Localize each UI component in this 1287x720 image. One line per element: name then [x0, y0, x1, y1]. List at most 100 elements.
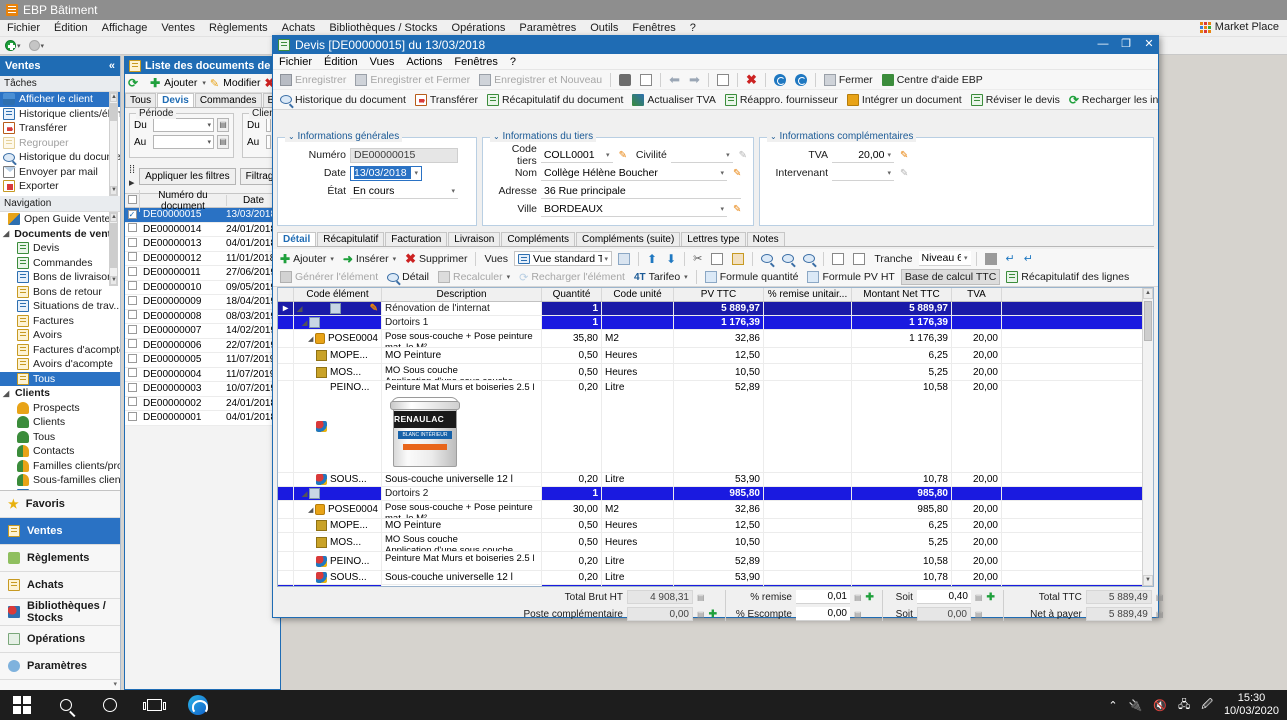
generer-element-button[interactable]: Générer l'élément: [277, 270, 381, 284]
menu-edition[interactable]: Édition: [47, 21, 95, 35]
scroll-thumb[interactable]: [110, 103, 117, 121]
devis-menu-vues[interactable]: Vues: [364, 55, 401, 69]
battery-icon[interactable]: 🔌: [1129, 699, 1143, 712]
add-soit-icon[interactable]: ✚: [986, 592, 994, 603]
menu-bibliotheques-stocks[interactable]: Bibliothèques / Stocks: [322, 21, 444, 35]
formule-quantite-button[interactable]: Formule quantité: [702, 270, 802, 284]
navigation-scrollbar[interactable]: ▲ ▼: [109, 212, 118, 286]
tab-commandes[interactable]: Commandes: [194, 93, 262, 107]
table-row[interactable]: MOS... MO Sous couche Application d'une …: [278, 364, 1153, 381]
menu-affichage[interactable]: Affichage: [95, 21, 155, 35]
nav-avoirs[interactable]: Avoirs: [0, 328, 120, 343]
row-checkbox[interactable]: [125, 252, 139, 264]
search-button[interactable]: [758, 253, 776, 264]
ville-edit-icon[interactable]: ✎: [733, 204, 741, 215]
row-checkbox[interactable]: ✓: [125, 209, 139, 220]
calculator-icon[interactable]: ▤: [1156, 593, 1164, 602]
tab-recapitulatif[interactable]: Récapitulatif: [317, 232, 385, 246]
start-button[interactable]: [0, 690, 44, 720]
new-document-button[interactable]: ▾: [5, 40, 21, 51]
intervenant-input[interactable]: ▾: [832, 165, 894, 181]
calculator-icon[interactable]: ▤: [975, 610, 983, 619]
table-row[interactable]: ◢ Salle de bain 1 3 727,78 3 727,78: [278, 585, 1153, 586]
calculator-icon[interactable]: ▤: [854, 593, 862, 602]
task-afficher-le-client[interactable]: Afficher le client: [0, 92, 120, 107]
table-row[interactable]: DE00000011 27/06/2019: [125, 266, 280, 281]
task-historique-du-document[interactable]: Historique du document: [0, 150, 120, 165]
task-envoyer-par-mail[interactable]: Envoyer par mail: [0, 165, 120, 180]
table-row[interactable]: DE00000009 18/04/2019: [125, 295, 280, 310]
add-caret-icon[interactable]: ▾: [202, 79, 206, 87]
tab-detail[interactable]: Détail: [277, 232, 317, 246]
periode-au-calendar-icon[interactable]: ▤: [217, 135, 229, 149]
navbtn-achats[interactable]: Achats: [0, 572, 120, 599]
menu-outils[interactable]: Outils: [583, 21, 625, 35]
recalculer-button[interactable]: Recalculer ▾: [435, 270, 513, 284]
nav-devis[interactable]: Devis: [0, 241, 120, 256]
devis-menu-fenetres[interactable]: Fenêtres: [448, 55, 503, 69]
tree-expander-icon[interactable]: ◢: [308, 506, 315, 514]
navbtn-reglements[interactable]: Règlements: [0, 545, 120, 572]
nav-tous-documents[interactable]: Tous: [0, 371, 120, 386]
scroll-down-arrow[interactable]: ▼: [1143, 575, 1153, 586]
table-row[interactable]: DE00000003 10/07/2019: [125, 382, 280, 397]
column-header-numero[interactable]: Numéro du document: [139, 189, 226, 212]
tva-input[interactable]: 20,00 ▾: [832, 147, 894, 163]
task-historique-clients[interactable]: Historique clients/élém...: [0, 107, 120, 122]
tab-tous[interactable]: Tous: [125, 93, 157, 107]
cortana-button[interactable]: [88, 690, 132, 720]
nav-bons-de-livraison[interactable]: Bons de livraison: [0, 270, 120, 285]
grid-supprimer-button[interactable]: ✖ Supprimer: [402, 250, 470, 268]
tree-expander-icon[interactable]: ◢: [297, 305, 304, 313]
base-de-calcul-ttc-button[interactable]: Base de calcul TTC: [900, 269, 1001, 285]
menu-ventes[interactable]: Ventes: [154, 21, 202, 35]
refresh-icon[interactable]: ⟳: [128, 76, 138, 90]
tab-lettres-type[interactable]: Lettres type: [681, 232, 746, 246]
table-row[interactable]: DE00000013 04/01/2018: [125, 237, 280, 252]
taskbar-clock[interactable]: 15:30 10/03/2020: [1224, 692, 1279, 718]
pen-icon[interactable]: 🖉: [1201, 696, 1213, 715]
intervenant-edit-icon[interactable]: ✎: [900, 168, 908, 179]
previous-record-button[interactable]: [771, 73, 789, 87]
collapse-panel-icon[interactable]: «: [109, 60, 115, 72]
menu-fenetres[interactable]: Fenêtres: [625, 21, 682, 35]
row-checkbox[interactable]: [125, 237, 139, 250]
grid-inserer-button[interactable]: ➜ Insérer ▾: [340, 251, 399, 267]
delete-button[interactable]: ✖: [743, 71, 760, 89]
navbtn-parametres[interactable]: Paramètres: [0, 653, 120, 680]
reappro-fournisseur-button[interactable]: Réappro. fournisseur: [722, 93, 841, 107]
duplicate-button[interactable]: [714, 73, 732, 87]
menu-reglements[interactable]: Règlements: [202, 21, 275, 35]
save-button[interactable]: Enregistrer: [277, 73, 349, 87]
print-preview-button[interactable]: [637, 73, 655, 87]
zoom-in-button[interactable]: [779, 253, 797, 264]
column-header-description[interactable]: Description: [382, 288, 542, 301]
menu-achats[interactable]: Achats: [275, 21, 323, 35]
maximize-window-button[interactable]: ❐: [1117, 38, 1135, 52]
column-header-pv-ttc[interactable]: PV TTC: [674, 288, 764, 301]
task-view-button[interactable]: [132, 690, 176, 720]
close-document-button[interactable]: Fermer: [821, 73, 876, 87]
date-input[interactable]: 13/03/2018 ▾: [350, 165, 422, 181]
clients-au-input[interactable]: [266, 135, 271, 149]
table-row[interactable]: ◢ Dortoirs 2 1 985,80 985,80: [278, 487, 1153, 501]
grid-ajouter-button[interactable]: ✚ Ajouter ▾: [277, 251, 337, 267]
tab-complements-suite[interactable]: Compléments (suite): [576, 232, 681, 246]
nom-edit-icon[interactable]: ✎: [733, 168, 741, 179]
table-row[interactable]: ◢ POSE0004 Pose sous-couche + Pose peintu…: [278, 330, 1153, 348]
row-checkbox[interactable]: [125, 310, 139, 322]
table-row[interactable]: SOUS... Sous-couche universelle 12 l 0,2…: [278, 473, 1153, 487]
nav-avoirs-dacompte[interactable]: Avoirs d'acompte: [0, 357, 120, 372]
print-button[interactable]: [616, 73, 634, 87]
nav-familles-clients[interactable]: Familles clients/pro...: [0, 459, 120, 474]
next-record-button[interactable]: [792, 73, 810, 87]
row-checkbox[interactable]: [125, 223, 139, 235]
apply-filters-button[interactable]: Appliquer les filtres: [139, 168, 236, 185]
actualiser-tva-button[interactable]: Actualiser TVA: [629, 93, 718, 107]
table-row[interactable]: ◢ POSE0004 Pose sous-couche + Pose peintu…: [278, 501, 1153, 519]
close-window-button[interactable]: ✕: [1140, 38, 1158, 52]
view-select[interactable]: Vue standard TTC▾: [514, 251, 613, 266]
undo-button[interactable]: ⬅: [666, 71, 683, 89]
detail-button[interactable]: Détail: [384, 270, 432, 284]
escompte-value[interactable]: 0,00: [795, 607, 850, 621]
